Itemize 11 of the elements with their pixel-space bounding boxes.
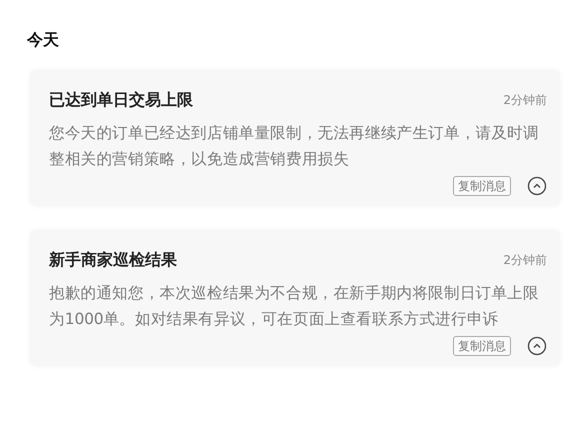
copy-message-button[interactable]: 复制消息 <box>453 336 511 356</box>
message-title: 新手商家巡检结果 <box>49 249 177 271</box>
collapse-icon[interactable] <box>527 176 547 196</box>
message-time: 2分钟前 <box>503 252 547 269</box>
message-body: 您今天的订单已经达到店铺单量限制，无法再继续产生订单，请及时调整相关的营销策略，以免造成营销费用损失 <box>49 123 540 170</box>
message-body: 抱歉的通知您，本次巡检结果为不合规，在新手期内将限制日订单上限为1000单。如对结果有异议，可在页面上查看联系方式进行申诉 <box>49 283 540 330</box>
collapse-icon[interactable] <box>527 336 547 356</box>
message-title: 已达到单日交易上限 <box>49 89 193 111</box>
copy-message-button[interactable]: 复制消息 <box>453 176 511 196</box>
section-title: 今天 <box>27 29 60 51</box>
message-time: 2分钟前 <box>503 92 547 109</box>
